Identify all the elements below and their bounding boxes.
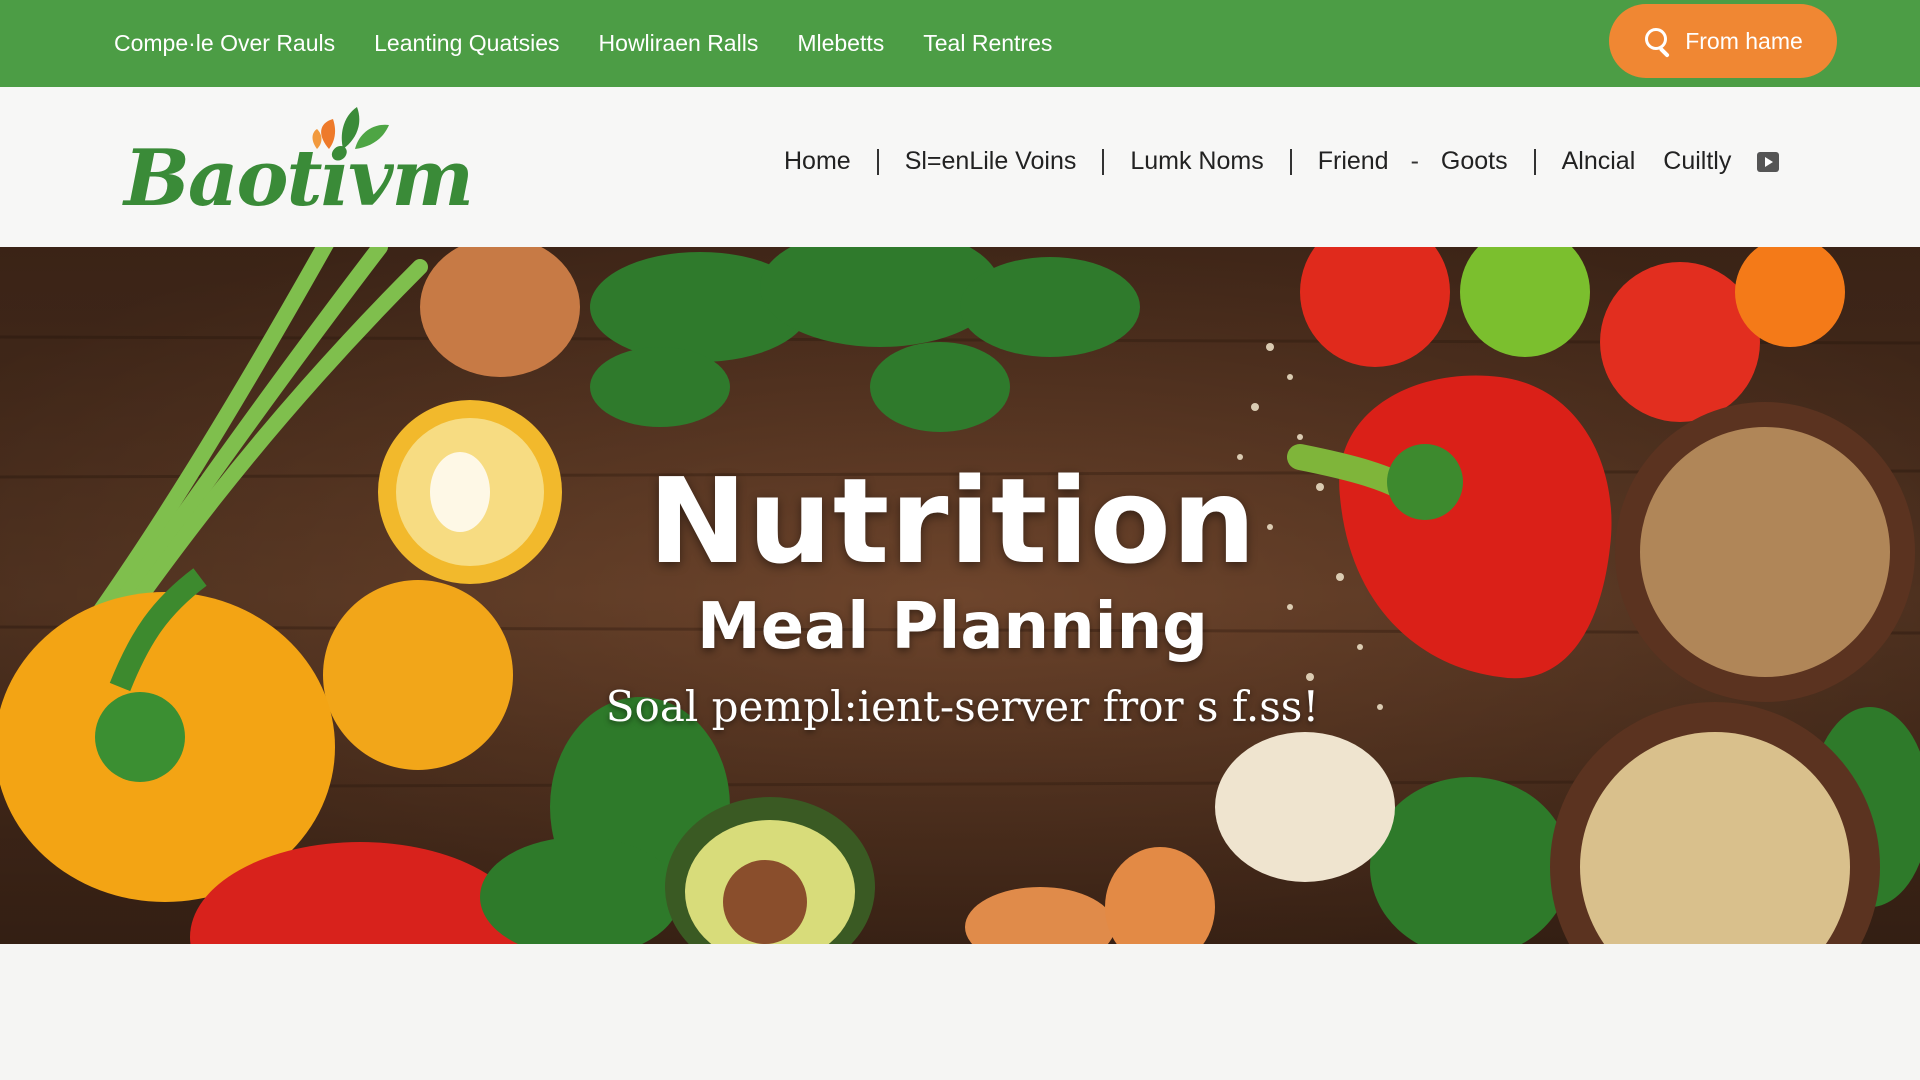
- nav-divider: [876, 148, 879, 175]
- search-cta-button[interactable]: From hame: [1609, 4, 1837, 78]
- nav-divider: [1102, 148, 1105, 175]
- logo-wordmark: Baotivm: [124, 133, 474, 224]
- utility-link-4[interactable]: Mlebetts: [797, 30, 884, 57]
- main-navigation: Home Sl=enLile Voins Lumk Noms Friend - …: [784, 147, 1780, 176]
- nav-item-2[interactable]: Sl=enLile Voins: [905, 147, 1077, 176]
- page-body-area: [0, 944, 1920, 1080]
- hero-tagline: Soal pempl:ient-server fror s f.ss!: [605, 682, 1320, 731]
- nav-item-home[interactable]: Home: [784, 147, 851, 176]
- top-utility-bar: Compe·le Over Rauls Leanting Quatsies Ho…: [0, 0, 1920, 87]
- site-header: Baotivm Home Sl=enLile Voins Lumk Noms F…: [0, 87, 1920, 247]
- nav-item-6[interactable]: Alncial: [1562, 147, 1636, 176]
- nav-item-friend[interactable]: Friend: [1318, 147, 1389, 176]
- hero-title: Nutrition: [648, 452, 1257, 590]
- play-icon[interactable]: [1757, 151, 1780, 172]
- nav-dash: -: [1410, 147, 1419, 175]
- utility-link-5[interactable]: Teal Rentres: [923, 30, 1052, 57]
- nav-item-goots[interactable]: Goots: [1441, 147, 1508, 176]
- nav-divider: [1289, 148, 1292, 175]
- utility-link-1[interactable]: Compe·le Over Rauls: [114, 30, 335, 57]
- utility-link-2[interactable]: Leanting Quatsies: [374, 30, 559, 57]
- hero-subtitle: Meal Planning: [697, 590, 1208, 664]
- search-icon: [1643, 26, 1673, 56]
- search-cta-label: From hame: [1685, 27, 1803, 54]
- nav-divider: [1533, 148, 1536, 175]
- nav-item-cuiltly[interactable]: Cuiltly: [1663, 147, 1731, 176]
- hero-banner: Nutrition Meal Planning Soal pempl:ient-…: [0, 247, 1920, 944]
- utility-link-3[interactable]: Howliraen Ralls: [599, 30, 759, 57]
- site-logo[interactable]: Baotivm: [124, 105, 474, 225]
- utility-links: Compe·le Over Rauls Leanting Quatsies Ho…: [114, 30, 1052, 57]
- nav-item-3[interactable]: Lumk Noms: [1130, 147, 1263, 176]
